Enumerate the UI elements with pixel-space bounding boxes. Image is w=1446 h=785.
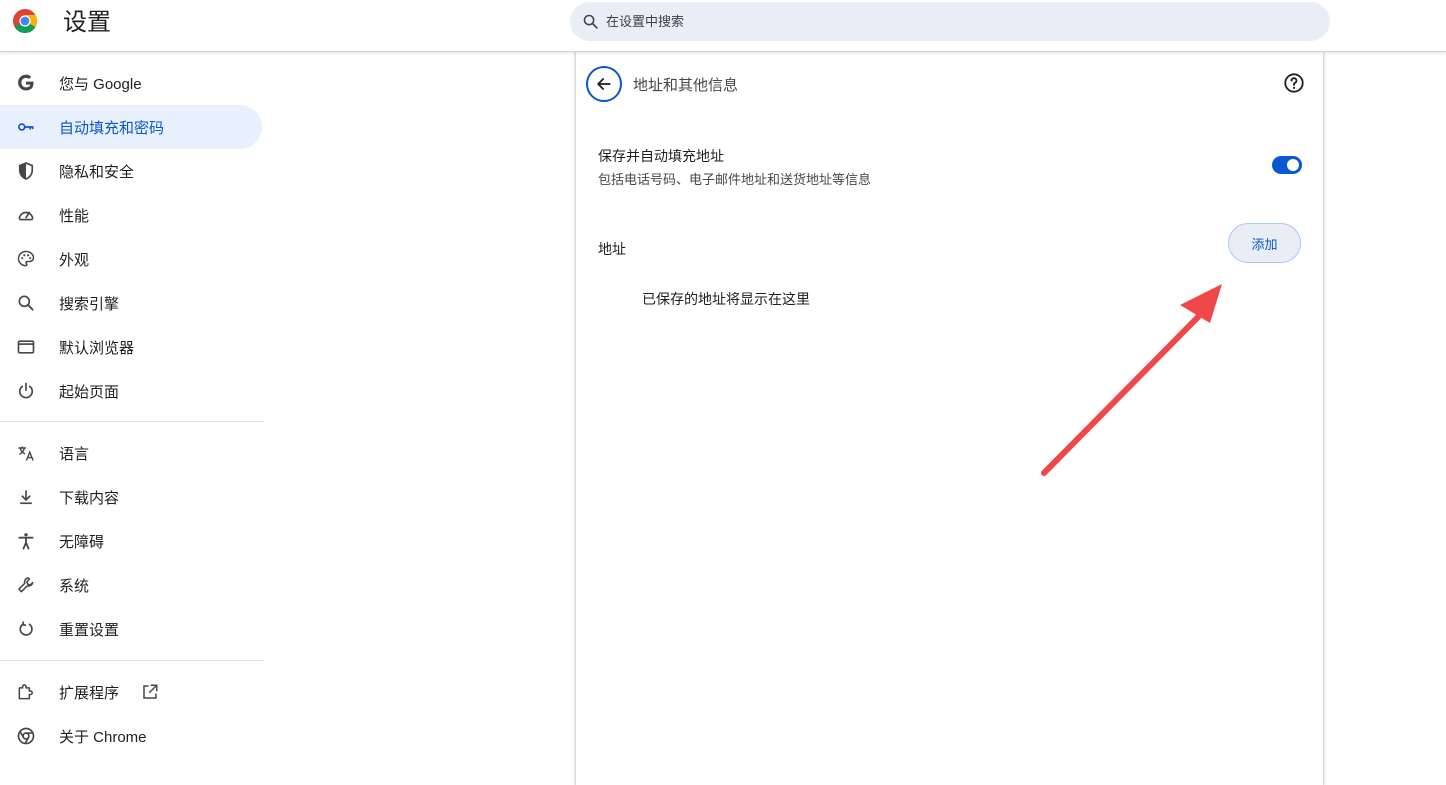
page-title: 地址和其他信息 [633, 77, 739, 94]
accessibility-icon [16, 531, 36, 551]
sidebar-item-about-chrome[interactable]: 关于 Chrome [0, 714, 262, 758]
app-title: 设置 [63, 9, 111, 36]
back-button[interactable] [586, 66, 622, 102]
arrow-back-icon [597, 78, 611, 90]
sidebar-item-label: 起始页面 [59, 383, 120, 401]
sidebar-item-downloads[interactable]: 下载内容 [0, 475, 262, 519]
google-g-icon [16, 73, 36, 93]
puzzle-icon [16, 682, 36, 702]
save-address-toggle[interactable] [1272, 156, 1302, 174]
reset-icon [16, 619, 36, 639]
help-icon[interactable] [1283, 72, 1305, 94]
sidebar-item-default-browser[interactable]: 默认浏览器 [0, 325, 262, 369]
add-address-button[interactable]: 添加 [1228, 223, 1301, 263]
sidebar-item-you-and-google[interactable]: 您与 Google [0, 61, 262, 105]
translate-icon [16, 443, 36, 463]
settings-card: 地址和其他信息 保存并自动填充地址 包括电话号码、电子邮件地址和送货地址等信息 … [575, 52, 1324, 785]
sidebar-item-label: 系统 [59, 577, 90, 595]
sidebar-divider [0, 421, 264, 422]
sidebar-item-autofill[interactable]: 自动填充和密码 [0, 105, 262, 149]
sidebar-item-appearance[interactable]: 外观 [0, 237, 262, 281]
sidebar-item-label: 无障碍 [59, 533, 105, 551]
palette-icon [16, 249, 36, 269]
addresses-section-label: 地址 [598, 241, 626, 257]
open-in-new-icon [143, 684, 158, 699]
sidebar-item-label: 默认浏览器 [59, 339, 135, 357]
sidebar-item-extensions[interactable]: 扩展程序 [0, 670, 262, 714]
sidebar-item-privacy[interactable]: 隐私和安全 [0, 149, 262, 193]
toggle-knob [1287, 159, 1299, 171]
search-input[interactable] [606, 2, 1306, 41]
sidebar-item-label: 您与 Google [59, 75, 142, 93]
speedometer-icon [16, 205, 36, 225]
sidebar-item-label: 搜索引擎 [59, 295, 120, 313]
browser-window-icon [16, 337, 36, 357]
search-icon [583, 14, 598, 29]
top-bar: 设置 [0, 0, 1446, 52]
sidebar-item-search-engine[interactable]: 搜索引擎 [0, 281, 262, 325]
key-icon [16, 117, 36, 137]
sidebar-item-performance[interactable]: 性能 [0, 193, 262, 237]
sidebar-item-on-startup[interactable]: 起始页面 [0, 369, 262, 413]
chrome-icon [16, 726, 36, 746]
download-icon [16, 487, 36, 507]
sidebar-item-languages[interactable]: 语言 [0, 431, 262, 475]
search-box[interactable] [570, 2, 1330, 41]
sidebar-item-label: 下载内容 [59, 489, 120, 507]
sidebar-item-system[interactable]: 系统 [0, 563, 262, 607]
sidebar-item-label: 扩展程序 [59, 684, 120, 702]
sidebar-item-label: 性能 [59, 207, 90, 225]
sidebar-item-label: 重置设置 [59, 621, 120, 639]
search-icon [16, 293, 36, 313]
sidebar-divider [0, 660, 264, 661]
sidebar-item-label: 外观 [59, 251, 90, 269]
sidebar-item-reset[interactable]: 重置设置 [0, 607, 262, 651]
power-icon [16, 381, 36, 401]
wrench-icon [16, 575, 36, 595]
save-address-setting-title: 保存并自动填充地址 [598, 148, 724, 164]
save-address-setting-subtitle: 包括电话号码、电子邮件地址和送货地址等信息 [598, 172, 872, 187]
sidebar-item-label: 关于 Chrome [59, 728, 147, 746]
chrome-logo-icon [13, 9, 38, 34]
shield-icon [16, 161, 36, 181]
sidebar-item-accessibility[interactable]: 无障碍 [0, 519, 262, 563]
empty-addresses-message: 已保存的地址将显示在这里 [642, 291, 810, 307]
sidebar-item-label: 隐私和安全 [59, 163, 135, 181]
sidebar-item-label: 语言 [59, 445, 90, 463]
sidebar-item-label: 自动填充和密码 [59, 119, 165, 137]
